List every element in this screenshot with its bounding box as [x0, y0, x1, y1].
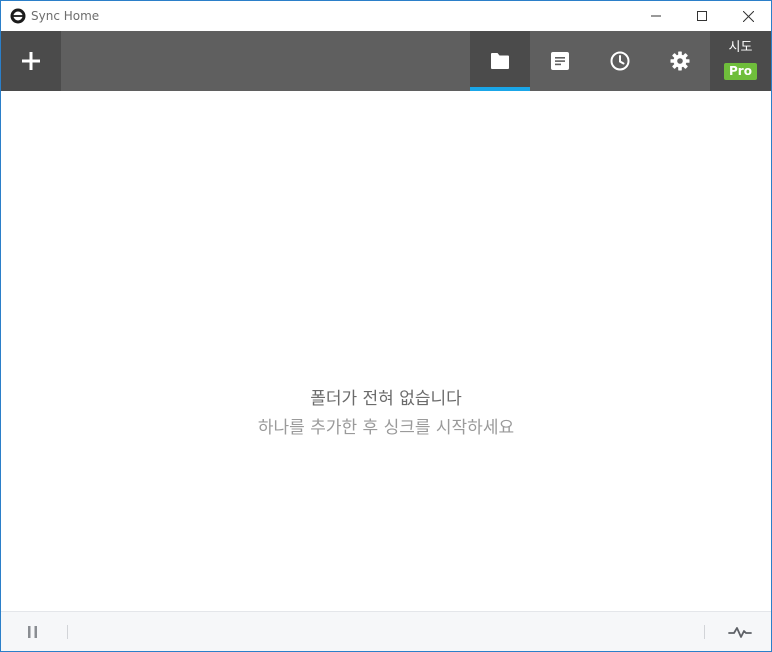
main-toolbar: 시도 Pro [1, 31, 771, 91]
activity-icon [728, 627, 752, 638]
close-button[interactable] [725, 1, 771, 31]
pause-icon [28, 626, 37, 638]
tab-notes[interactable] [530, 31, 590, 91]
clock-icon [610, 51, 630, 71]
tab-folders[interactable] [470, 31, 530, 91]
gear-icon [670, 51, 690, 71]
status-divider [704, 625, 705, 639]
window-title: Sync Home [31, 9, 100, 23]
empty-state-subtitle: 하나를 추가한 후 싱크를 시작하세요 [257, 418, 515, 438]
tab-history[interactable] [590, 31, 650, 91]
empty-state-title: 폴더가 전혀 없습니다 [310, 389, 462, 409]
maximize-button[interactable] [679, 1, 725, 31]
sync-logo-icon [10, 8, 26, 24]
pro-badge: Pro [724, 63, 757, 80]
plus-icon [22, 52, 40, 70]
activity-button[interactable] [725, 620, 755, 644]
app-window: Sync Home 시도 Pro 폴더가 전혀 없습니다 하나를 추가한 후 싱… [0, 0, 772, 652]
tab-settings[interactable] [650, 31, 710, 91]
add-folder-button[interactable] [1, 31, 61, 91]
maximize-icon [697, 11, 707, 21]
status-bar [1, 611, 771, 651]
trial-label: 시도 [728, 40, 753, 55]
pause-button[interactable] [21, 620, 45, 644]
notes-icon [551, 52, 569, 70]
status-divider [67, 625, 68, 639]
folder-list-area: 폴더가 전혀 없습니다 하나를 추가한 후 싱크를 시작하세요 [1, 91, 771, 611]
minimize-button[interactable] [633, 1, 679, 31]
title-bar[interactable]: Sync Home [1, 1, 771, 31]
trial-pro-button[interactable]: 시도 Pro [710, 31, 771, 91]
folder-icon [491, 53, 509, 69]
minimize-icon [651, 15, 661, 17]
close-icon [742, 10, 754, 22]
